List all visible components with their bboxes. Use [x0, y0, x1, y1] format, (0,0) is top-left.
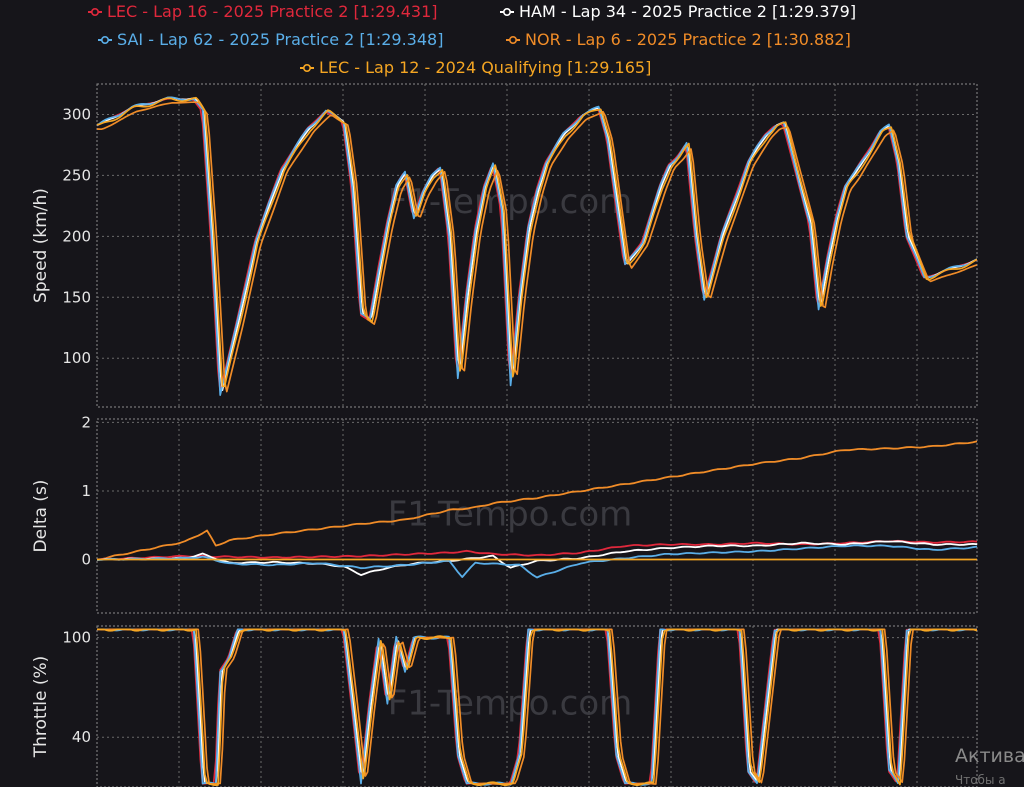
y-tick-label: 1	[81, 482, 91, 500]
legend-swatch-marker	[91, 8, 100, 17]
chart-legend: LEC - Lap 16 - 2025 Practice 2 [1:29.431…	[88, 2, 856, 77]
legend-swatch-marker	[101, 35, 110, 44]
y-tick-label: 100	[62, 629, 91, 647]
series-line	[97, 96, 977, 392]
y-tick-label: 40	[72, 728, 91, 746]
y-tick-label: 300	[62, 105, 91, 123]
y-tick-label: 100	[62, 349, 91, 367]
chart-panels: 100 150 200 250 300 Speed (km/h) F1-Tempo.com 0…	[31, 83, 978, 787]
legend-item[interactable]: HAM - Lap 34 - 2025 Practice 2 [1:29.379…	[500, 2, 856, 21]
legend-swatch-marker	[508, 35, 517, 44]
speed-panel: 100150200250300Speed (km/h) F1-Tempo.com	[31, 83, 978, 408]
series-group	[97, 96, 977, 396]
series-line	[97, 97, 977, 392]
series-line	[97, 96, 977, 388]
os-activation-subtitle: Чтобы а	[955, 773, 1006, 787]
legend-label: SAI - Lap 62 - 2025 Practice 2 [1:29.348…	[117, 30, 443, 49]
delta-panel: 012Delta (s) F1-Tempo.com	[31, 413, 978, 614]
os-activation-watermark: Актива	[955, 745, 1024, 767]
y-axis-label: Throttle (%)	[31, 656, 51, 759]
legend-swatch-marker	[502, 8, 511, 17]
y-tick-label: 150	[62, 288, 91, 306]
y-axis-label: Speed (km/h)	[31, 188, 51, 303]
y-tick-label: 2	[81, 413, 91, 431]
series-line	[97, 101, 977, 393]
y-tick-label: 200	[62, 227, 91, 245]
legend-item[interactable]: NOR - Lap 6 - 2025 Practice 2 [1:30.882]	[506, 30, 851, 49]
y-tick-label: 250	[62, 166, 91, 184]
legend-label: LEC - Lap 12 - 2024 Qualifying [1:29.165…	[319, 58, 651, 77]
y-tick-label: 0	[81, 551, 91, 569]
legend-label: LEC - Lap 16 - 2025 Practice 2 [1:29.431…	[107, 2, 438, 21]
legend-item[interactable]: LEC - Lap 12 - 2024 Qualifying [1:29.165…	[300, 58, 651, 77]
legend-label: HAM - Lap 34 - 2025 Practice 2 [1:29.379…	[519, 2, 856, 21]
y-axis-label: Delta (s)	[31, 480, 51, 553]
watermark: F1-Tempo.com	[388, 684, 633, 724]
throttle-panel: 40 100 Throttle (%) F1-Tempo.com	[31, 625, 978, 787]
legend-swatch-marker	[302, 64, 311, 73]
legend-label: NOR - Lap 6 - 2025 Practice 2 [1:30.882]	[525, 30, 851, 49]
legend-item[interactable]: LEC - Lap 16 - 2025 Practice 2 [1:29.431…	[88, 2, 438, 21]
series-line	[97, 539, 977, 561]
legend-item[interactable]: SAI - Lap 62 - 2025 Practice 2 [1:29.348…	[98, 30, 443, 49]
telemetry-chart: LEC - Lap 16 - 2025 Practice 2 [1:29.431…	[31, 2, 978, 787]
